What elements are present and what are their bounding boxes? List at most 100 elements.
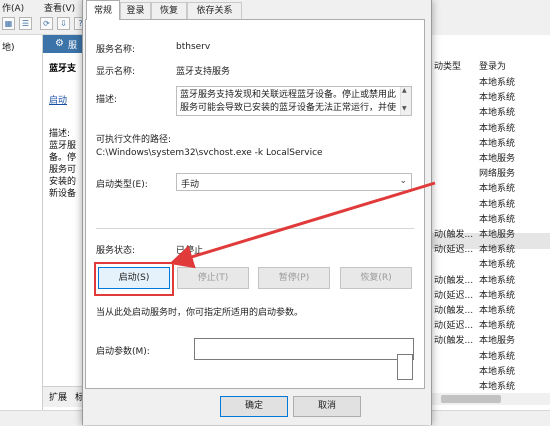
service-name-label: 服务名称: (96, 45, 136, 55)
dialog-tabs: 常规 登录 恢复 依存关系 (83, 0, 431, 20)
table-row[interactable]: 动(延迟... 本地系统 (431, 316, 550, 332)
cell-logon-as: 本地系统 (479, 306, 516, 316)
table-row[interactable]: 动(延迟... 本地系统 (431, 240, 550, 256)
toolbar-export-icon[interactable]: ⇩ (57, 17, 70, 30)
description-scrollbar[interactable]: ▲ ▼ (400, 87, 411, 115)
table-row[interactable]: 本地系统 (431, 88, 550, 104)
tab-logon[interactable]: 登录 (120, 2, 151, 19)
toolbar-console-icon[interactable]: ▦ (2, 17, 15, 30)
startup-type-select[interactable]: 手动 ⌄ (176, 173, 412, 191)
startup-type-label: 启动类型(E): (96, 180, 148, 190)
service-name-value: bthserv (176, 42, 211, 52)
table-row[interactable]: 本地服务 (431, 149, 550, 165)
cell-logon-as: 本地系统 (479, 290, 516, 301)
exe-path-label: 可执行文件的路径: (96, 135, 172, 145)
apply-button-partial[interactable] (397, 354, 413, 380)
scrollbar-thumb[interactable] (441, 395, 501, 403)
cell-logon-as: 本地系统 (479, 93, 516, 104)
menu-action[interactable]: 作(A) (2, 1, 24, 14)
menu-view[interactable]: 查看(V) (44, 1, 75, 14)
separator (96, 228, 414, 229)
table-row[interactable]: 本地系统 (431, 179, 550, 195)
cell-logon-as: 本地系统 (479, 138, 516, 149)
toolbar-list-icon[interactable]: ☰ (19, 17, 32, 30)
stop-button[interactable]: 停止(T) (177, 267, 249, 289)
table-row[interactable]: 动(触发... 本地系统 (431, 301, 550, 317)
cell-logon-as: 网络服务 (479, 169, 516, 180)
description-text: 蓝牙服务支持发现和关联远程蓝牙设备。停止或禁用此 服务可能会导致已安装的蓝牙设备… (180, 89, 398, 115)
start-params-hint: 当从此处启动服务时，你可指定所适用的启动参数。 (96, 308, 304, 318)
cell-logon-as: 本地系统 (479, 108, 516, 119)
table-row[interactable]: 网络服务 (431, 164, 550, 180)
tab-recovery[interactable]: 恢复 (151, 2, 187, 19)
start-params-input[interactable] (194, 338, 414, 360)
display-name-value: 蓝牙支持服务 (176, 67, 231, 77)
description-box[interactable]: 蓝牙服务支持发现和关联远程蓝牙设备。停止或禁用此 服务可能会导致已安装的蓝牙设备… (176, 86, 412, 116)
table-row[interactable]: 本地系统 (431, 362, 550, 378)
table-row[interactable]: 本地系统 (431, 210, 550, 226)
pause-button[interactable]: 暂停(P) (258, 267, 330, 289)
horizontal-scrollbar[interactable] (431, 393, 550, 405)
annotation-highlight-box (94, 262, 174, 296)
cell-logon-as: 本地系统 (479, 275, 516, 286)
service-status-label: 服务状态: (96, 246, 136, 256)
tab-extended[interactable]: 扩展 (49, 390, 67, 403)
table-row[interactable]: 动(延迟... 本地系统 (431, 286, 550, 302)
cell-startup-type: 动(延迟... (434, 290, 474, 301)
service-status-value: 已停止 (176, 246, 204, 256)
toolbar-refresh-icon[interactable]: ⟳ (40, 17, 53, 30)
cell-logon-as: 本地服务 (479, 230, 516, 240)
list-header: 动类型 登录为 (431, 57, 550, 73)
table-row[interactable]: 本地系统 (431, 195, 550, 211)
tab-dependencies[interactable]: 依存关系 (187, 2, 242, 19)
table-row[interactable]: 本地系统 (431, 377, 550, 393)
table-row[interactable]: 本地系统 (431, 119, 550, 135)
description-line: 服务可能会导致已安装的蓝牙设备无法正常运行，并使 (180, 103, 397, 113)
cell-startup-type: 动(延迟... (434, 321, 474, 332)
table-row[interactable]: 本地系统 (431, 347, 550, 363)
cell-startup-type: 动(延迟... (434, 245, 474, 256)
table-row[interactable]: 动(触发... 本地服务 (431, 331, 550, 347)
table-row[interactable]: 本地系统 (431, 134, 550, 150)
general-panel: 服务名称: bthserv 显示名称: 蓝牙支持服务 描述: 蓝牙服务支持发现和… (85, 19, 425, 389)
cell-logon-as: 本地系统 (479, 78, 516, 88)
gear-icon: ⚙ (55, 38, 64, 49)
exe-path-value: C:\Windows\system32\svchost.exe -k Local… (96, 148, 323, 158)
cell-logon-as: 本地系统 (479, 321, 516, 332)
scroll-down-icon[interactable]: ▼ (402, 105, 407, 112)
services-list: 动类型 登录为 本地系统 本地系统 本地系统 本地系统 本地系统 本地服务 网络服务 本地系统… (431, 35, 550, 410)
cell-logon-as: 本地系统 (479, 123, 516, 134)
cell-logon-as: 本地系统 (479, 366, 516, 377)
pane-header-text: 服 (68, 41, 78, 51)
scroll-up-icon[interactable]: ▲ (402, 87, 407, 94)
cell-logon-as: 本地系统 (479, 260, 516, 271)
cell-logon-as: 本地服务 (479, 336, 516, 347)
description-line: 蓝牙服务支持发现和关联远程蓝牙设备。停止或禁用此 (180, 90, 397, 100)
chevron-down-icon: ⌄ (399, 176, 407, 186)
table-row[interactable]: 本地系统 (431, 255, 550, 271)
table-row[interactable]: 动(触发... 本地服务 (431, 225, 550, 241)
service-properties-dialog: 常规 登录 恢复 依存关系 服务名称: bthserv 显示名称: 蓝牙支持服务… (82, 0, 432, 425)
cell-logon-as: 本地服务 (479, 154, 516, 164)
tree-pane: 地) (0, 35, 43, 410)
tree-item-local[interactable]: 地) (2, 40, 15, 53)
description-label: 描述: (96, 95, 118, 105)
cell-logon-as: 本地系统 (479, 245, 516, 256)
resume-button[interactable]: 恢复(R) (340, 267, 412, 289)
cell-startup-type: 动(触发... (434, 306, 474, 316)
toolbar: ▦ ☰ ⟳ ⇩ ? (0, 14, 90, 35)
table-row[interactable]: 本地系统 (431, 103, 550, 119)
table-row[interactable]: 动(触发... 本地系统 (431, 271, 550, 287)
table-row[interactable]: 本地系统 (431, 73, 550, 89)
tab-general[interactable]: 常规 (86, 0, 120, 20)
startup-type-value: 手动 (181, 180, 200, 190)
cancel-button[interactable]: 取消 (293, 396, 361, 417)
column-startup-type[interactable]: 动类型 (434, 59, 461, 72)
column-logon-as[interactable]: 登录为 (479, 59, 506, 72)
cell-logon-as: 本地系统 (479, 382, 516, 392)
start-params-label: 启动参数(M): (96, 347, 150, 357)
cell-startup-type: 动(触发... (434, 275, 474, 286)
cell-logon-as: 本地系统 (479, 351, 516, 362)
display-name-label: 显示名称: (96, 67, 136, 77)
ok-button[interactable]: 确定 (220, 396, 288, 417)
